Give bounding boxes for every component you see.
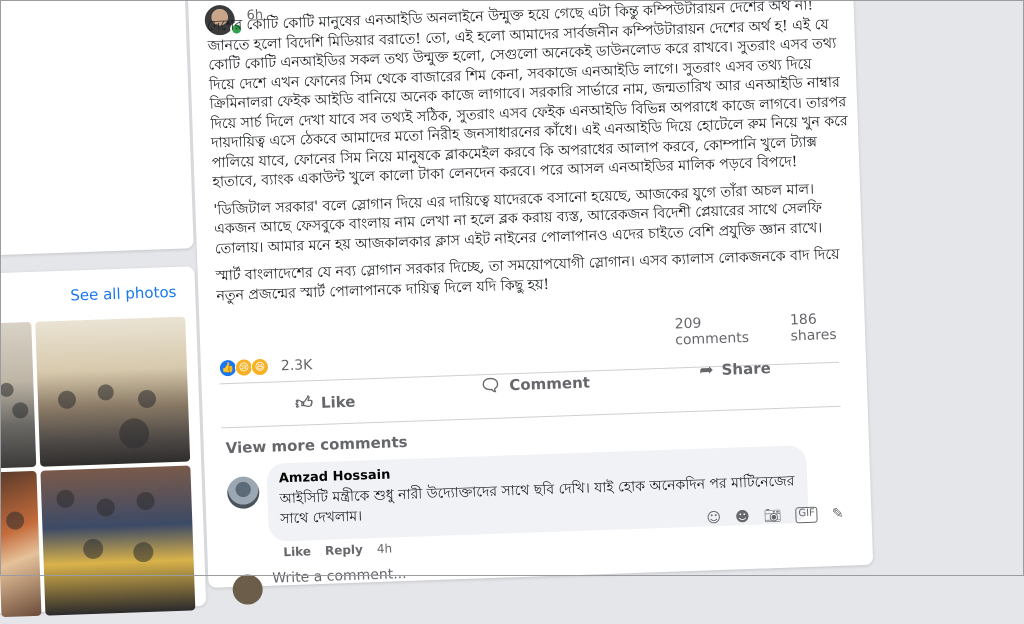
photo-thumbnail[interactable] (40, 465, 196, 616)
view-more-comments-link[interactable]: View more comments (225, 433, 407, 457)
comment-button[interactable]: 🗨 Comment (479, 372, 590, 396)
post-paragraph: 'ডিজিটাল সরকার' বলে স্লোগান দিয়ে এর দায… (213, 181, 823, 257)
current-user-avatar (232, 574, 264, 606)
share-button[interactable]: ➦ Share (699, 358, 771, 380)
comment-like-button[interactable]: Like (283, 544, 311, 559)
haha-reaction-icon: 😆 (250, 357, 270, 377)
photo-grid (0, 316, 197, 624)
thumbs-up-icon: 👍︎ (294, 393, 314, 414)
comment-meta: Like Reply 4h (283, 541, 392, 559)
share-icon: ➦ (698, 360, 714, 381)
comment-label: Comment (509, 373, 591, 395)
comment-reply-button[interactable]: Reply (325, 543, 363, 558)
photo-thumbnail[interactable] (35, 316, 191, 467)
comment-timestamp[interactable]: 4h (377, 541, 393, 556)
photo-thumbnail[interactable] (0, 470, 42, 618)
page-stage: See all photos 6h দেশের কোটি কোটি মানুষে… (0, 0, 1024, 618)
intro-card (0, 0, 194, 256)
avatar-sticker-icon[interactable]: ☺ (706, 510, 721, 527)
see-all-photos-link[interactable]: See all photos (70, 283, 177, 305)
post-card: 6h দেশের কোটি কোটি মানুষের এনআইডি অনলাইন… (187, 0, 874, 606)
post-actions: 👍︎ Like 🗨 Comment ➦ Share (220, 359, 841, 430)
comment-composer-tools: ☺ ☻ 📷︎ GIF ✎ (706, 506, 844, 527)
reaction-count: 2.3K (280, 357, 313, 375)
camera-icon[interactable]: 📷︎ (763, 508, 781, 525)
comment-icon: 🗨 (479, 375, 502, 397)
share-label: Share (721, 359, 772, 379)
emoji-icon[interactable]: ☻ (735, 509, 750, 526)
reactions-summary[interactable]: 👍 😢 😆 2.3K (218, 356, 313, 378)
post-paragraph: জানতে হলো বিদেশি মিডিয়ার বরাতে! তো, এই … (207, 16, 848, 191)
shares-count-link[interactable]: 186 shares (790, 310, 866, 345)
like-button[interactable]: 👍︎ Like (295, 391, 356, 414)
photo-thumbnail[interactable] (0, 321, 37, 469)
post-body: দেশের কোটি কোটি মানুষের এনআইডি অনলাইনে উ… (207, 0, 857, 314)
sticker-icon[interactable]: ✎ (832, 506, 844, 522)
commenter-name[interactable]: Amzad Hossain (279, 468, 391, 487)
commenter-avatar[interactable] (226, 476, 260, 510)
write-comment-input[interactable]: Write a comment... (272, 566, 407, 587)
comments-count-link[interactable]: 209 comments (674, 313, 776, 349)
like-label: Like (320, 392, 356, 412)
comment-bubble: Amzad Hossain আইসিটি মন্ত্রীকে শুধু নারী… (266, 444, 809, 542)
post-stats: 209 comments 186 shares (674, 310, 865, 349)
photos-card: See all photos (0, 266, 207, 618)
gif-icon[interactable]: GIF (795, 506, 819, 524)
